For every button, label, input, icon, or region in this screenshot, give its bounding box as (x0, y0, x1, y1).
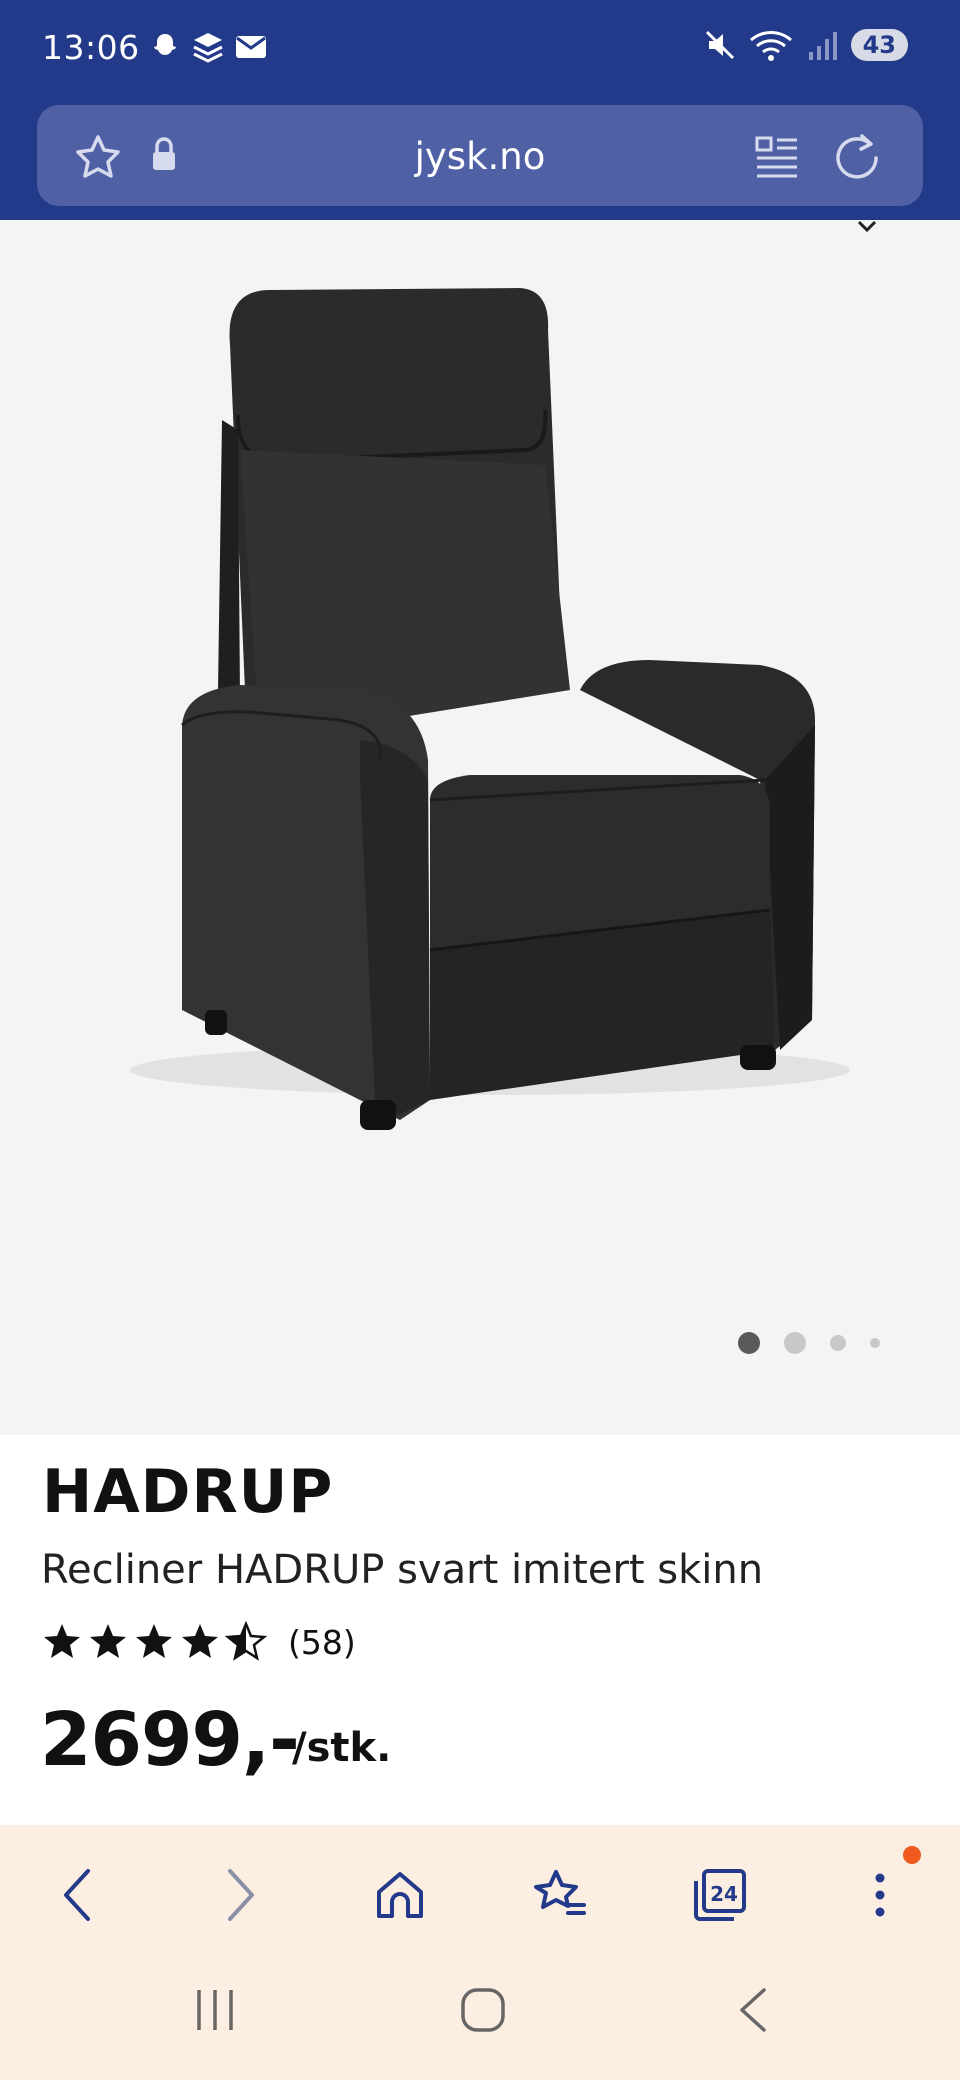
signal-icon (808, 32, 837, 60)
more-icon (875, 1873, 885, 1917)
notification-dot (903, 1846, 921, 1864)
price-unit: /stk. (292, 1725, 392, 1771)
product-image-carousel[interactable] (0, 220, 960, 1435)
back-button[interactable] (38, 1855, 118, 1935)
carousel-dots[interactable] (738, 1332, 880, 1354)
star-rating-icon (44, 1620, 268, 1661)
back-icon (64, 1869, 90, 1921)
back-system-icon (740, 1988, 766, 2032)
product-price: 2699,- (40, 1697, 300, 1783)
forward-button[interactable] (200, 1855, 280, 1935)
status-time: 13:06 (42, 28, 140, 67)
home-button[interactable] (360, 1855, 440, 1935)
recent-apps-button[interactable] (170, 1965, 260, 2055)
mail-icon (236, 36, 266, 58)
reload-icon[interactable] (832, 132, 882, 182)
tab-count: 24 (710, 1882, 738, 1906)
browser-bottom-bar: 24 (0, 1825, 960, 2080)
product-rating[interactable]: (58) (40, 1620, 356, 1664)
carousel-dot-4[interactable] (870, 1338, 880, 1348)
browser-toolbar: jysk.no (0, 100, 960, 220)
product-info: HADRUP Recliner HADRUP svart imitert ski… (0, 1435, 960, 1825)
forward-icon (228, 1869, 254, 1921)
reader-mode-icon[interactable] (753, 132, 801, 180)
carousel-dot-2[interactable] (784, 1332, 806, 1354)
more-button[interactable] (840, 1855, 920, 1935)
rating-count[interactable]: (58) (288, 1623, 356, 1662)
back-system-button[interactable] (708, 1965, 798, 2055)
wifi-icon (749, 31, 792, 61)
recent-apps-icon (197, 1990, 233, 2030)
home-icon (377, 1872, 423, 1918)
status-bar: 13:06 43 (0, 0, 960, 100)
tabs-button[interactable]: 24 (680, 1855, 760, 1935)
snapchat-icon (154, 34, 176, 55)
home-system-icon (461, 1988, 505, 2032)
bookmarks-button[interactable] (520, 1855, 600, 1935)
tabs-icon: 24 (694, 1869, 746, 1921)
layers-icon (193, 33, 223, 63)
carousel-dot-3[interactable] (830, 1335, 846, 1351)
product-image (130, 288, 850, 1130)
bookmarks-icon (534, 1870, 586, 1915)
address-bar[interactable]: jysk.no (37, 105, 923, 206)
mute-icon (705, 30, 734, 60)
home-system-button[interactable] (438, 1965, 528, 2055)
battery-indicator: 43 (850, 29, 908, 61)
product-brand: HADRUP (42, 1457, 334, 1527)
carousel-dot-1[interactable] (738, 1332, 760, 1354)
product-subtitle: Recliner HADRUP svart imitert skinn (41, 1547, 764, 1593)
